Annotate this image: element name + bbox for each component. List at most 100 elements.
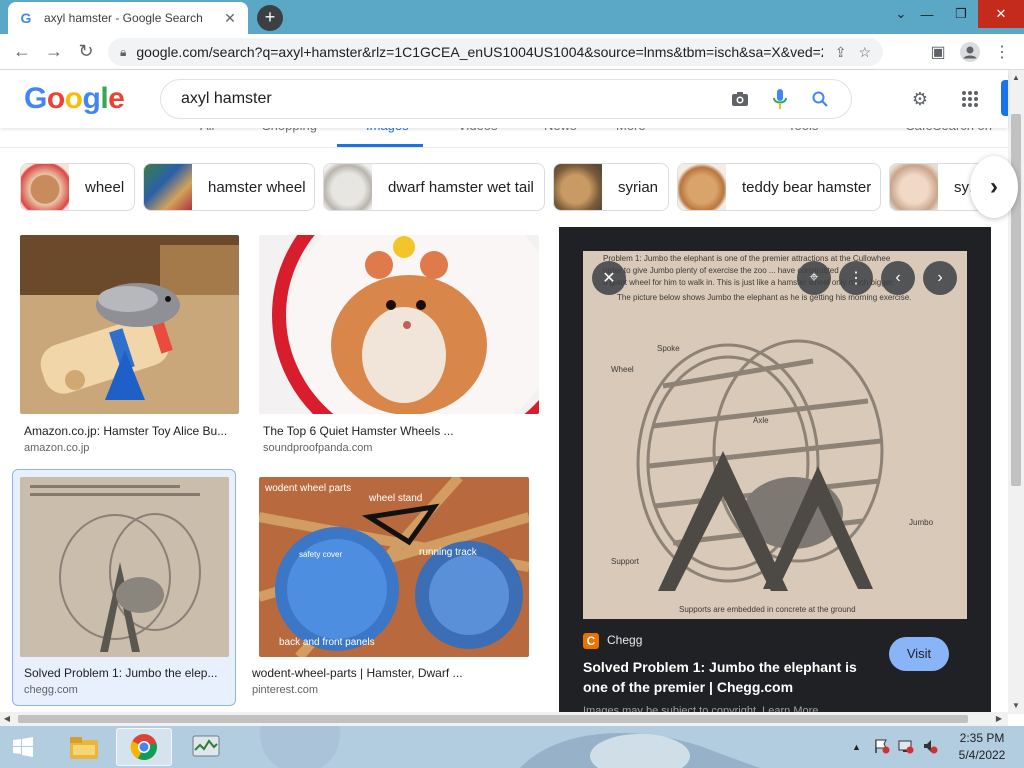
sign-in-button[interactable] [1001, 80, 1008, 116]
parts-image-track: running track [419, 547, 478, 558]
network-icon[interactable] [898, 738, 914, 757]
result-source[interactable]: soundproofpanda.com [263, 442, 372, 454]
chip-hamster-wheel[interactable]: hamster wheel [143, 163, 315, 211]
settings-gear-icon[interactable]: ⚙ [908, 87, 932, 111]
result-source[interactable]: pinterest.com [252, 684, 318, 696]
chip-thumbnail [324, 164, 372, 210]
result-card[interactable]: wodent wheel parts wheel stand running t… [248, 477, 530, 702]
result-title[interactable]: Solved Problem 1: Jumbo the elep... [24, 666, 232, 680]
result-title[interactable]: wodent-wheel-parts | Hamster, Dwarf ... [252, 666, 522, 680]
result-card-selected[interactable]: Solved Problem 1: Jumbo the elep... cheg… [12, 469, 236, 706]
result-thumbnail[interactable]: wodent wheel parts wheel stand running t… [259, 477, 529, 657]
parts-image-panels: back and front panels [279, 637, 375, 648]
preview-site-name[interactable]: Chegg [607, 633, 642, 647]
result-source[interactable]: amazon.co.jp [24, 442, 89, 454]
scroll-right-arrow-icon[interactable]: ▶ [992, 712, 1006, 726]
preview-label-axle: Axle [753, 416, 769, 425]
tab-title: axyl hamster - Google Search [44, 11, 203, 25]
more-options-icon[interactable]: ⋮ [839, 261, 873, 295]
tab-close-icon[interactable]: ✕ [222, 10, 238, 27]
url-text[interactable]: google.com/search?q=axyl+hamster&rlz=1C1… [136, 44, 822, 60]
logo-letter: l [100, 82, 109, 115]
lock-icon[interactable]: 🔒︎ [120, 45, 126, 60]
minimize-button[interactable]: — [910, 0, 944, 28]
task-manager-icon[interactable] [178, 728, 234, 766]
preview-image-line-4: The picture below shows Jumbo the elepha… [617, 293, 911, 302]
preview-image[interactable]: Problem 1: Jumbo the elephant is one of … [583, 251, 967, 619]
forward-icon[interactable]: → [38, 36, 70, 68]
visit-button[interactable]: Visit [889, 637, 949, 671]
lens-search-icon[interactable]: ⌖ [797, 261, 831, 295]
preview-image-footer: Supports are embedded in concrete at the… [679, 605, 856, 614]
chip-teddy-bear-hamster[interactable]: teddy bear hamster [677, 163, 881, 211]
parts-image-title: wodent wheel parts [264, 483, 351, 494]
preview-title[interactable]: Solved Problem 1: Jumbo the elephant is … [583, 657, 873, 697]
bookmark-star-icon[interactable]: ☆ [858, 44, 871, 61]
browser-menu-icon[interactable]: ⋮ [986, 34, 1018, 70]
chip-wheel[interactable]: wheel [20, 163, 135, 211]
result-title[interactable]: The Top 6 Quiet Hamster Wheels ... [263, 424, 539, 438]
result-thumbnail[interactable] [20, 235, 239, 414]
scroll-down-arrow-icon[interactable]: ▼ [1008, 698, 1024, 714]
close-window-button[interactable]: ✕ [978, 0, 1024, 28]
reload-icon[interactable]: ↻ [70, 36, 102, 68]
chip-syrian[interactable]: syrian [553, 163, 669, 211]
scroll-up-arrow-icon[interactable]: ▲ [1008, 70, 1024, 86]
side-panel-icon[interactable]: ▣ [922, 34, 954, 70]
result-title[interactable]: Amazon.co.jp: Hamster Toy Alice Bu... [24, 424, 238, 438]
restore-button[interactable]: ❐ [944, 0, 978, 28]
chegg-logo-icon: C [583, 633, 599, 649]
result-card[interactable]: Amazon.co.jp: Hamster Toy Alice Bu... am… [20, 235, 239, 460]
windows-start-icon[interactable] [6, 732, 40, 762]
next-image-icon[interactable]: › [923, 261, 957, 295]
active-tab-indicator [337, 144, 423, 147]
scroll-left-arrow-icon[interactable]: ◀ [0, 712, 14, 726]
search-box[interactable]: axyl hamster [160, 79, 852, 119]
chip-label: dwarf hamster wet tail [388, 178, 534, 196]
previous-image-icon[interactable]: ‹ [881, 261, 915, 295]
new-tab-button[interactable]: + [257, 5, 283, 31]
back-icon[interactable]: ← [6, 36, 38, 68]
chrome-taskbar-icon[interactable] [116, 728, 172, 766]
logo-letter: G [24, 82, 47, 115]
chip-label: teddy bear hamster [742, 178, 872, 196]
chip-label: hamster wheel [208, 178, 306, 196]
tab-strip: G axyl hamster - Google Search ✕ + ⌄ — ❐… [0, 0, 1024, 34]
parts-image-stand: wheel stand [368, 493, 422, 504]
result-thumbnail[interactable] [20, 477, 229, 657]
apps-grid-icon[interactable] [958, 87, 982, 111]
result-source[interactable]: chegg.com [24, 684, 78, 696]
preview-label-wheel: Wheel [611, 365, 634, 374]
share-icon[interactable]: ⇪ [835, 44, 847, 61]
system-clock[interactable]: 2:35 PM 5/4/2022 [944, 730, 1020, 764]
address-bar[interactable]: 🔒︎ google.com/search?q=axyl+hamster&rlz=… [108, 38, 883, 66]
camera-search-icon[interactable] [725, 84, 755, 114]
chip-dwarf-hamster-wet-tail[interactable]: dwarf hamster wet tail [323, 163, 545, 211]
preview-label-spoke: Spoke [657, 344, 680, 353]
browser-tab[interactable]: G axyl hamster - Google Search ✕ [8, 2, 248, 34]
logo-letter: o [64, 82, 83, 115]
preview-image-problem-text: Problem 1: Jumbo the elephant is one of … [603, 254, 891, 263]
logo-letter: g [82, 82, 101, 115]
close-preview-icon[interactable]: ✕ [592, 261, 626, 295]
google-logo[interactable]: Google [24, 82, 125, 116]
horizontal-scrollbar[interactable]: ◀ ▶ [0, 712, 1008, 726]
microphone-icon[interactable] [765, 84, 795, 114]
chips-next-chevron-icon[interactable]: › [970, 156, 1018, 218]
google-favicon-icon: G [20, 10, 32, 26]
image-preview-panel: Problem 1: Jumbo the elephant is one of … [559, 227, 991, 713]
search-icon[interactable] [805, 84, 835, 114]
tray-expand-icon[interactable]: ▲ [852, 742, 861, 752]
clock-date: 5/4/2022 [958, 748, 1006, 762]
action-center-flag-icon[interactable] [874, 738, 890, 757]
result-thumbnail[interactable] [259, 235, 539, 414]
chip-label: wheel [85, 178, 125, 196]
chip-thumbnail [554, 164, 602, 210]
result-card[interactable]: The Top 6 Quiet Hamster Wheels ... sound… [259, 235, 539, 460]
file-explorer-icon[interactable] [56, 728, 112, 766]
chip-thumbnail [678, 164, 726, 210]
search-input[interactable]: axyl hamster [181, 90, 715, 108]
horizontal-scroll-thumb[interactable] [18, 715, 968, 723]
profile-avatar-icon[interactable] [954, 34, 986, 70]
volume-muted-icon[interactable] [922, 738, 938, 757]
